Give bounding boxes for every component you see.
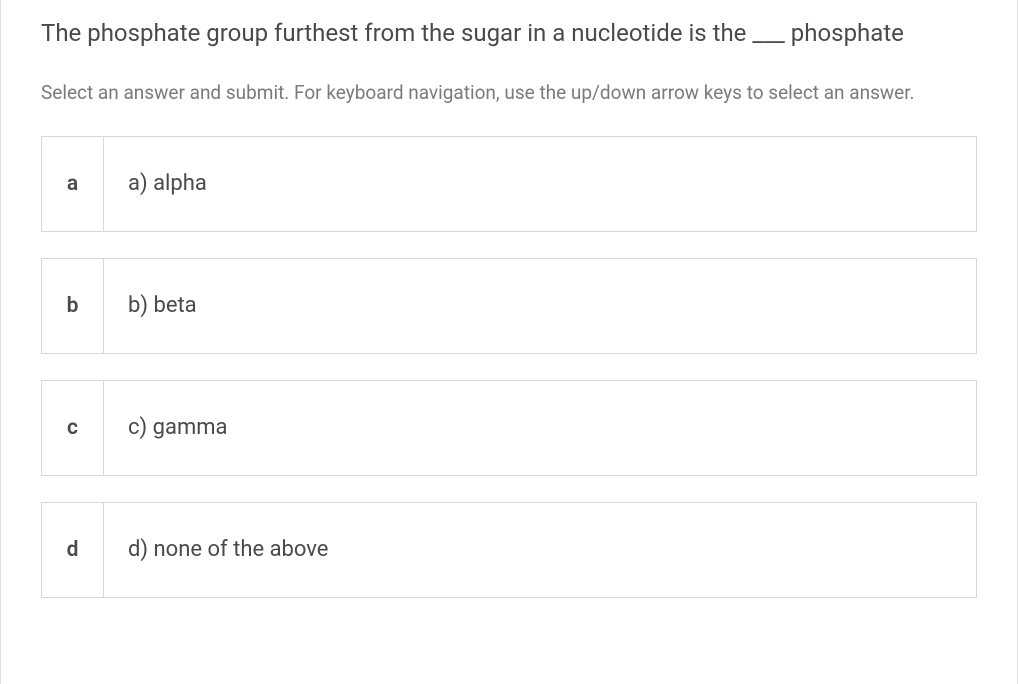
instruction-text: Select an answer and submit. For keyboar… xyxy=(41,79,977,108)
option-d[interactable]: d d) none of the above xyxy=(41,502,977,598)
option-key-a: a xyxy=(42,137,104,231)
option-key-c: c xyxy=(42,381,104,475)
option-text-b: b) beta xyxy=(104,259,976,353)
option-key-b: b xyxy=(42,259,104,353)
options-list: a a) alpha b b) beta c c) gamma d d) non… xyxy=(41,136,977,598)
option-c[interactable]: c c) gamma xyxy=(41,380,977,476)
option-b[interactable]: b b) beta xyxy=(41,258,977,354)
option-text-c: c) gamma xyxy=(104,381,976,475)
option-text-d: d) none of the above xyxy=(104,503,976,597)
option-key-d: d xyxy=(42,503,104,597)
question-text: The phosphate group furthest from the su… xyxy=(41,15,977,51)
option-text-a: a) alpha xyxy=(104,137,976,231)
option-a[interactable]: a a) alpha xyxy=(41,136,977,232)
